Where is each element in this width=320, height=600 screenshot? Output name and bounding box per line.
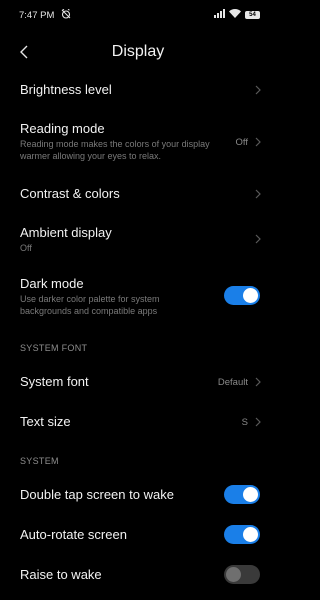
raise-to-wake-item[interactable]: Raise to wake — [20, 565, 262, 587]
dark-mode-item[interactable]: Dark mode Use darker color palette for s… — [20, 276, 262, 320]
chevron-right-icon — [254, 417, 262, 427]
double-tap-wake-item[interactable]: Double tap screen to wake — [20, 485, 262, 507]
reading-mode-description: Reading mode makes the colors of your di… — [20, 139, 210, 161]
reading-mode-item[interactable]: Reading mode Reading mode makes the colo… — [20, 121, 262, 163]
ambient-display-status: Off — [20, 243, 32, 253]
contrast-colors-title: Contrast & colors — [20, 186, 120, 201]
toggle-knob — [243, 527, 258, 542]
status-time: 7:47 PM — [19, 9, 55, 21]
toggle-knob — [226, 567, 241, 582]
signal-icon — [214, 9, 225, 21]
reading-mode-title: Reading mode — [20, 121, 105, 136]
section-header-system: SYSTEM — [20, 456, 59, 466]
wifi-icon — [229, 9, 241, 21]
system-font-value: Default — [217, 377, 248, 388]
toggle-knob — [243, 487, 258, 502]
brightness-level-title: Brightness level — [20, 82, 112, 97]
status-bar: 7:47 PM 54 — [0, 0, 276, 30]
chevron-right-icon — [254, 137, 262, 147]
text-size-title: Text size — [20, 414, 71, 429]
double-tap-wake-toggle[interactable] — [224, 485, 260, 504]
page-title: Display — [111, 43, 165, 60]
brightness-level-item[interactable]: Brightness level — [20, 82, 262, 100]
battery-icon: 54 — [245, 11, 260, 19]
dark-mode-toggle[interactable] — [224, 286, 260, 305]
system-font-item[interactable]: System font Default — [20, 374, 262, 392]
raise-to-wake-toggle[interactable] — [224, 565, 260, 584]
text-size-value: S — [241, 417, 248, 428]
chevron-right-icon — [254, 85, 262, 95]
text-size-item[interactable]: Text size S — [20, 414, 262, 432]
chevron-right-icon — [254, 234, 262, 244]
section-header-system-font: SYSTEM FONT — [20, 343, 88, 353]
toggle-knob — [243, 288, 258, 303]
chevron-right-icon — [254, 189, 262, 199]
dark-mode-description: Use darker color palette for system back… — [20, 294, 160, 316]
reading-mode-value: Off — [235, 137, 249, 148]
chevron-right-icon — [254, 377, 262, 387]
app-header: Display — [0, 36, 276, 70]
ambient-display-item[interactable]: Ambient display Off — [20, 225, 262, 257]
alarm-icon — [61, 8, 71, 22]
contrast-colors-item[interactable]: Contrast & colors — [20, 186, 262, 204]
auto-rotate-item[interactable]: Auto-rotate screen — [20, 525, 262, 547]
auto-rotate-toggle[interactable] — [224, 525, 260, 544]
ambient-display-title: Ambient display — [20, 225, 112, 240]
